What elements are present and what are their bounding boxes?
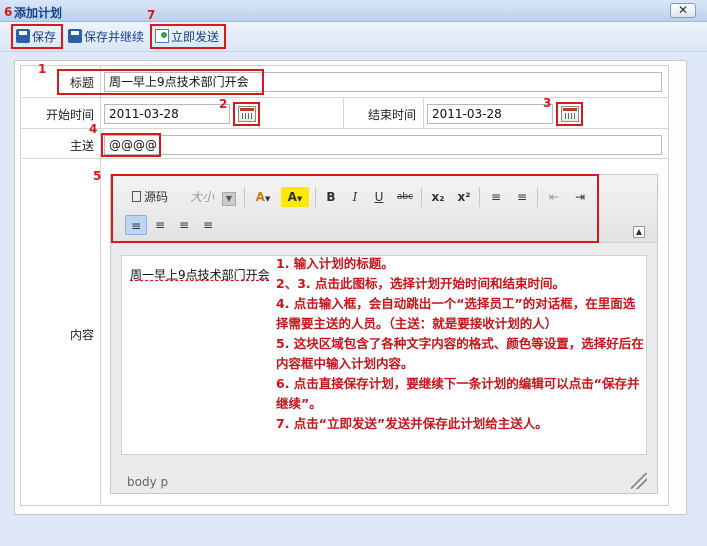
highlight-recipient xyxy=(101,133,161,157)
row-divider xyxy=(20,97,669,98)
instruction-6: 7. 点击“立即发送”发送并保存此计划给主送人。 xyxy=(276,416,548,431)
save-continue-button[interactable]: 保存并继续 xyxy=(68,27,144,47)
end-time-label: 结束时间 xyxy=(367,108,416,122)
instruction-2: 2、3. 点击此图标，选择计划开始时间和结束时间。 xyxy=(276,276,565,291)
toolbar: 保存 保存并继续 立即发送 xyxy=(0,22,707,52)
instruction-4: 5. 这块区域包含了各种文字内容的格式、颜色等设置，选择好后在内容框中输入计划内… xyxy=(276,336,644,371)
row-divider xyxy=(20,158,669,159)
marker-5: 5 xyxy=(93,169,102,183)
highlight-send xyxy=(150,24,226,49)
save-continue-label: 保存并继续 xyxy=(84,30,145,44)
editor-content-text: 周一早上9点技术部门开会 xyxy=(130,268,270,282)
highlight-title xyxy=(57,69,264,95)
recipient-label: 主送 xyxy=(69,139,94,153)
highlight-editor-toolbar xyxy=(111,174,599,243)
end-date-input[interactable]: 2011-03-28 xyxy=(427,104,553,124)
recipient-input[interactable]: @@@@ xyxy=(104,135,662,155)
highlight-end-calendar xyxy=(556,102,583,126)
col-divider xyxy=(343,97,344,128)
marker-6: 6 xyxy=(4,5,13,19)
close-button[interactable]: ✕ xyxy=(670,3,696,18)
row-divider xyxy=(20,128,669,129)
marker-3: 3 xyxy=(543,96,552,110)
content-label: 内容 xyxy=(69,328,94,342)
resize-grip-icon[interactable] xyxy=(631,473,647,489)
window-titlebar: 添加计划 ✕ xyxy=(0,0,707,22)
col-divider xyxy=(100,65,101,506)
marker-1: 1 xyxy=(38,62,47,76)
marker-4: 4 xyxy=(89,122,98,136)
start-date-input[interactable]: 2011-03-28 xyxy=(104,104,230,124)
collapse-toolbar-button[interactable]: ▲ xyxy=(633,226,645,238)
instruction-1: 1. 输入计划的标题。 xyxy=(276,256,394,271)
highlight-start-calendar xyxy=(233,102,260,126)
window-title: 添加计划 xyxy=(14,6,63,20)
instruction-5: 6. 点击直接保存计划，要继续下一条计划的编辑可以点击“保存并继续”。 xyxy=(276,376,640,411)
start-time-label: 开始时间 xyxy=(45,108,94,122)
instruction-3: 4. 点击输入框，会自动跳出一个“选择员工”的对话框，在里面选择需要主送的人员。… xyxy=(276,296,636,331)
col-divider xyxy=(423,97,424,128)
marker-2: 2 xyxy=(219,97,228,111)
highlight-save xyxy=(11,24,63,49)
save-icon xyxy=(68,29,82,43)
editor-path-bar: body p xyxy=(127,475,169,489)
instructions-block: 1. 输入计划的标题。 2、3. 点击此图标，选择计划开始时间和结束时间。 4.… xyxy=(276,254,644,434)
marker-7: 7 xyxy=(147,8,156,22)
